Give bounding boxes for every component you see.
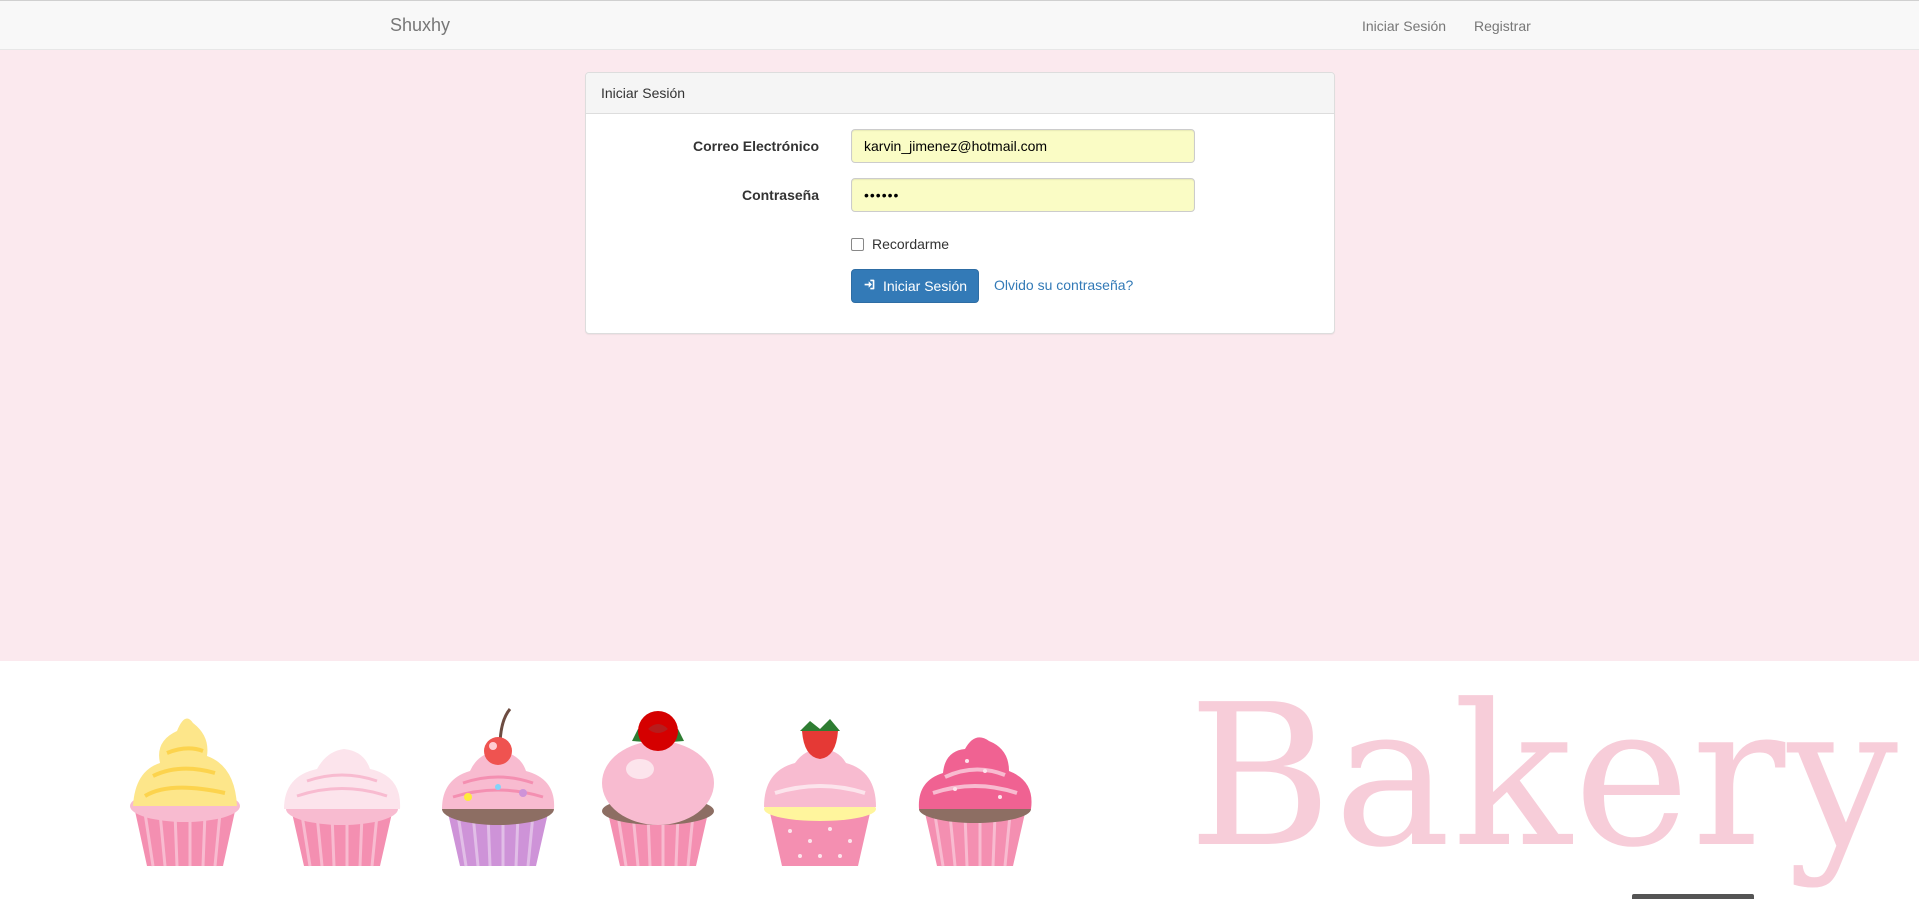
cupcake-cherry-icon — [442, 708, 555, 867]
email-field[interactable] — [851, 129, 1195, 163]
remember-me[interactable]: Recordarme — [851, 236, 949, 252]
email-label: Correo Electrónico — [692, 138, 819, 154]
corner-bar — [1632, 894, 1754, 899]
password-label: Contraseña — [741, 187, 819, 203]
cupcake-pink-icon — [918, 737, 1032, 867]
cupcake-strawberry-icon — [764, 719, 876, 866]
cupcake-white-icon — [284, 749, 401, 867]
bakery-wordmark: Bakery — [1188, 663, 1901, 891]
login-panel: Iniciar Sesión Correo Electrónico Contra… — [585, 72, 1335, 334]
remember-label: Recordarme — [872, 236, 950, 252]
nav-login-link[interactable]: Iniciar Sesión — [1362, 18, 1446, 34]
login-button[interactable]: Iniciar Sesión — [851, 269, 979, 303]
brand-link[interactable]: Shuxhy — [390, 15, 450, 36]
login-button-label: Iniciar Sesión — [882, 278, 968, 294]
cupcake-rose-icon — [602, 711, 714, 867]
nav-register-link[interactable]: Registrar — [1474, 18, 1531, 34]
password-field[interactable] — [851, 178, 1195, 212]
login-panel-heading: Iniciar Sesión — [586, 73, 1334, 114]
top-navbar: Shuxhy Iniciar Sesión Registrar — [0, 0, 1919, 50]
remember-checkbox[interactable] — [851, 237, 864, 251]
cupcake-vanilla-icon — [130, 718, 240, 867]
forgot-password-link[interactable]: Olvido su contraseña? — [994, 277, 1133, 293]
bakery-banner: Bakery — [0, 661, 1919, 899]
sign-in-icon — [863, 278, 876, 294]
